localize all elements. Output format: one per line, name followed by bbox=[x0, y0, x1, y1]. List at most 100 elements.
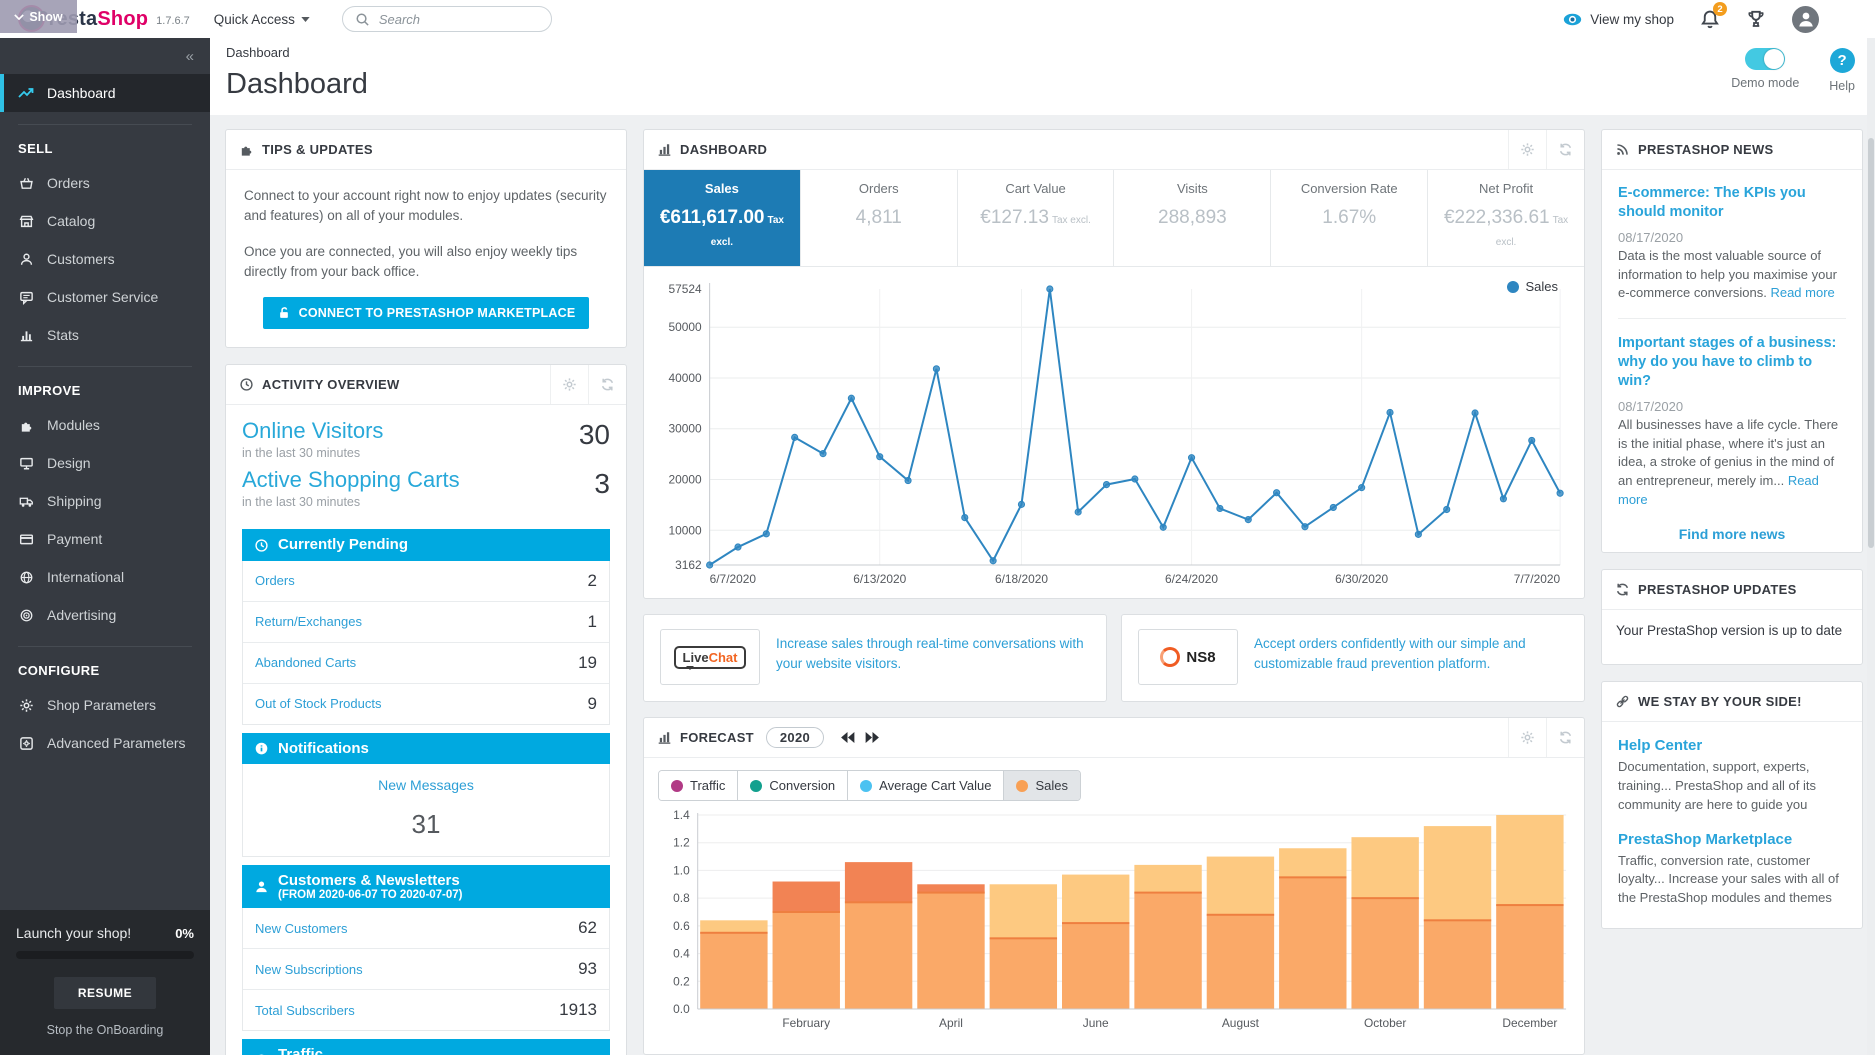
next-year-button[interactable] bbox=[865, 732, 880, 743]
forecast-panel-title: FORECAST bbox=[680, 730, 754, 745]
svg-text:6/7/2020: 6/7/2020 bbox=[710, 572, 757, 586]
demo-mode-toggle[interactable]: Demo mode bbox=[1731, 48, 1799, 115]
stat-title-link[interactable]: Online Visitors bbox=[242, 419, 383, 443]
scrollbar-thumb[interactable] bbox=[1868, 138, 1874, 548]
news-article-title[interactable]: Important stages of a business: why do y… bbox=[1618, 334, 1846, 391]
quick-access-menu[interactable]: Quick Access bbox=[214, 12, 310, 27]
forecast-year-pill[interactable]: 2020 bbox=[766, 727, 824, 748]
activity-settings-button[interactable] bbox=[550, 365, 588, 404]
sidebar-item-payment[interactable]: Payment bbox=[0, 520, 210, 558]
sidebar-item-modules[interactable]: Modules bbox=[0, 406, 210, 444]
kpi-tab-sales[interactable]: Sales€611,617.00Tax excl. bbox=[644, 170, 801, 266]
puzzle-icon bbox=[239, 142, 254, 157]
topbar-right: View my shop 2 bbox=[1563, 6, 1819, 33]
kpi-tab-orders[interactable]: Orders4,811 bbox=[801, 170, 958, 266]
new-messages-link[interactable]: New Messages bbox=[253, 777, 599, 793]
kpi-tab-conversion-rate[interactable]: Conversion Rate1.67% bbox=[1271, 170, 1428, 266]
sidebar-item-international[interactable]: International bbox=[0, 558, 210, 596]
forecast-refresh-button[interactable] bbox=[1546, 718, 1584, 757]
help-button[interactable]: ? Help bbox=[1829, 48, 1855, 115]
main-content: Dashboard Dashboard Demo mode ? Help bbox=[210, 38, 1875, 1055]
sidebar-item-label: Dashboard bbox=[47, 85, 116, 101]
support-link[interactable]: PrestaShop Marketplace bbox=[1618, 831, 1846, 848]
section-title: Notifications bbox=[278, 740, 369, 757]
kpi-tab-visits[interactable]: Visits288,893 bbox=[1114, 170, 1271, 266]
activity-refresh-button[interactable] bbox=[588, 365, 626, 404]
row-value: 93 bbox=[578, 959, 597, 979]
svg-text:0.4: 0.4 bbox=[673, 947, 690, 961]
activity-row-abandoned-carts[interactable]: Abandoned Carts19 bbox=[243, 643, 609, 684]
person-icon bbox=[1796, 9, 1816, 29]
sidebar-item-customers[interactable]: Customers bbox=[0, 240, 210, 278]
dashboard-refresh-button[interactable] bbox=[1546, 130, 1584, 169]
sidebar-item-customer-service[interactable]: Customer Service bbox=[0, 278, 210, 316]
dashboard-settings-button[interactable] bbox=[1508, 130, 1546, 169]
svg-text:1.4: 1.4 bbox=[673, 808, 690, 822]
svg-text:20000: 20000 bbox=[669, 472, 702, 486]
legend-toggle-sales[interactable]: Sales bbox=[1003, 771, 1080, 800]
legend-toggle-average-cart-value[interactable]: Average Cart Value bbox=[847, 771, 1003, 800]
activity-row-orders[interactable]: Orders2 bbox=[243, 561, 609, 602]
read-more-link[interactable]: Read more bbox=[1770, 285, 1834, 300]
show-overlay[interactable]: Show bbox=[0, 0, 77, 33]
activity-row-new-subscriptions[interactable]: New Subscriptions93 bbox=[243, 949, 609, 990]
news-article-title[interactable]: E-commerce: The KPIs you should monitor bbox=[1618, 184, 1846, 222]
gamification-trophy-button[interactable] bbox=[1746, 9, 1766, 29]
legend-toggle-traffic[interactable]: Traffic bbox=[659, 771, 737, 800]
sidebar-item-dashboard[interactable]: Dashboard bbox=[0, 74, 210, 112]
notification-badge: 2 bbox=[1713, 2, 1727, 16]
legend-label: Traffic bbox=[690, 778, 725, 793]
row-label: Total Subscribers bbox=[255, 1003, 355, 1018]
stat-title-link[interactable]: Active Shopping Carts bbox=[242, 468, 460, 492]
kpi-label: Sales bbox=[650, 181, 794, 196]
connect-marketplace-button[interactable]: CONNECT TO PRESTASHOP MARKETPLACE bbox=[263, 297, 590, 329]
kpi-tab-cart-value[interactable]: Cart Value€127.13Tax excl. bbox=[958, 170, 1115, 266]
ns8-circle-icon bbox=[1160, 647, 1180, 667]
account-avatar-button[interactable] bbox=[1792, 6, 1819, 33]
promo-card-ns8[interactable]: NS8Accept orders confidently with our si… bbox=[1121, 614, 1585, 702]
promo-card-livechat[interactable]: LiveChatIncrease sales through real-time… bbox=[643, 614, 1107, 702]
stop-onboarding-link[interactable]: Stop the OnBoarding bbox=[16, 1023, 194, 1037]
forecast-settings-button[interactable] bbox=[1508, 718, 1546, 757]
activity-row-out-of-stock-products[interactable]: Out of Stock Products9 bbox=[243, 684, 609, 724]
resume-button[interactable]: RESUME bbox=[54, 977, 156, 1009]
clock-icon bbox=[254, 538, 269, 553]
view-my-shop-button[interactable]: View my shop bbox=[1563, 12, 1674, 27]
prestashop-updates-panel: PRESTASHOP UPDATES Your PrestaShop versi… bbox=[1601, 569, 1863, 665]
refresh-icon bbox=[1558, 730, 1573, 745]
previous-year-button[interactable] bbox=[840, 732, 855, 743]
sidebar-collapse-button[interactable]: « bbox=[0, 38, 210, 74]
legend-toggle-conversion[interactable]: Conversion bbox=[737, 771, 847, 800]
support-link[interactable]: Help Center bbox=[1618, 737, 1846, 754]
refresh-icon bbox=[1558, 142, 1573, 157]
sidebar-item-catalog[interactable]: Catalog bbox=[0, 202, 210, 240]
sidebar-item-orders[interactable]: Orders bbox=[0, 164, 210, 202]
news-article-text: All businesses have a life cycle. There … bbox=[1618, 416, 1846, 510]
activity-row-total-subscribers[interactable]: Total Subscribers1913 bbox=[243, 990, 609, 1030]
notifications-box: New Messages31 bbox=[242, 764, 610, 857]
notifications-bell-button[interactable]: 2 bbox=[1700, 9, 1720, 29]
gear-icon bbox=[18, 698, 34, 713]
activity-row-new-customers[interactable]: New Customers62 bbox=[243, 908, 609, 949]
kpi-tab-net-profit[interactable]: Net Profit€222,336.61Tax excl. bbox=[1428, 170, 1584, 266]
forecast-legend: Traffic ConversionAverage Cart ValueSales bbox=[644, 758, 1584, 803]
sidebar-item-advanced-parameters[interactable]: Advanced Parameters bbox=[0, 724, 210, 762]
sidebar-item-advertising[interactable]: Advertising bbox=[0, 596, 210, 634]
section-title: Currently Pending bbox=[278, 536, 408, 553]
sidebar-item-label: Stats bbox=[47, 327, 79, 343]
refresh-icon bbox=[600, 377, 615, 392]
sidebar-item-shop-parameters[interactable]: Shop Parameters bbox=[0, 686, 210, 724]
sidebar-item-stats[interactable]: Stats bbox=[0, 316, 210, 354]
bar-chart-icon bbox=[657, 730, 672, 745]
user-icon-svg bbox=[254, 879, 269, 894]
truck-icon bbox=[18, 494, 34, 509]
read-more-link[interactable]: Read more bbox=[1618, 473, 1819, 507]
page-scrollbar[interactable] bbox=[1867, 38, 1875, 1055]
question-mark-icon: ? bbox=[1830, 48, 1855, 73]
sidebar-item-shipping[interactable]: Shipping bbox=[0, 482, 210, 520]
support-block-prestashop-marketplace: PrestaShop MarketplaceTraffic, conversio… bbox=[1618, 831, 1846, 909]
find-more-news-link[interactable]: Find more news bbox=[1602, 520, 1862, 552]
activity-row-return-exchanges[interactable]: Return/Exchanges1 bbox=[243, 602, 609, 643]
search-input[interactable] bbox=[379, 12, 529, 27]
sidebar-item-design[interactable]: Design bbox=[0, 444, 210, 482]
